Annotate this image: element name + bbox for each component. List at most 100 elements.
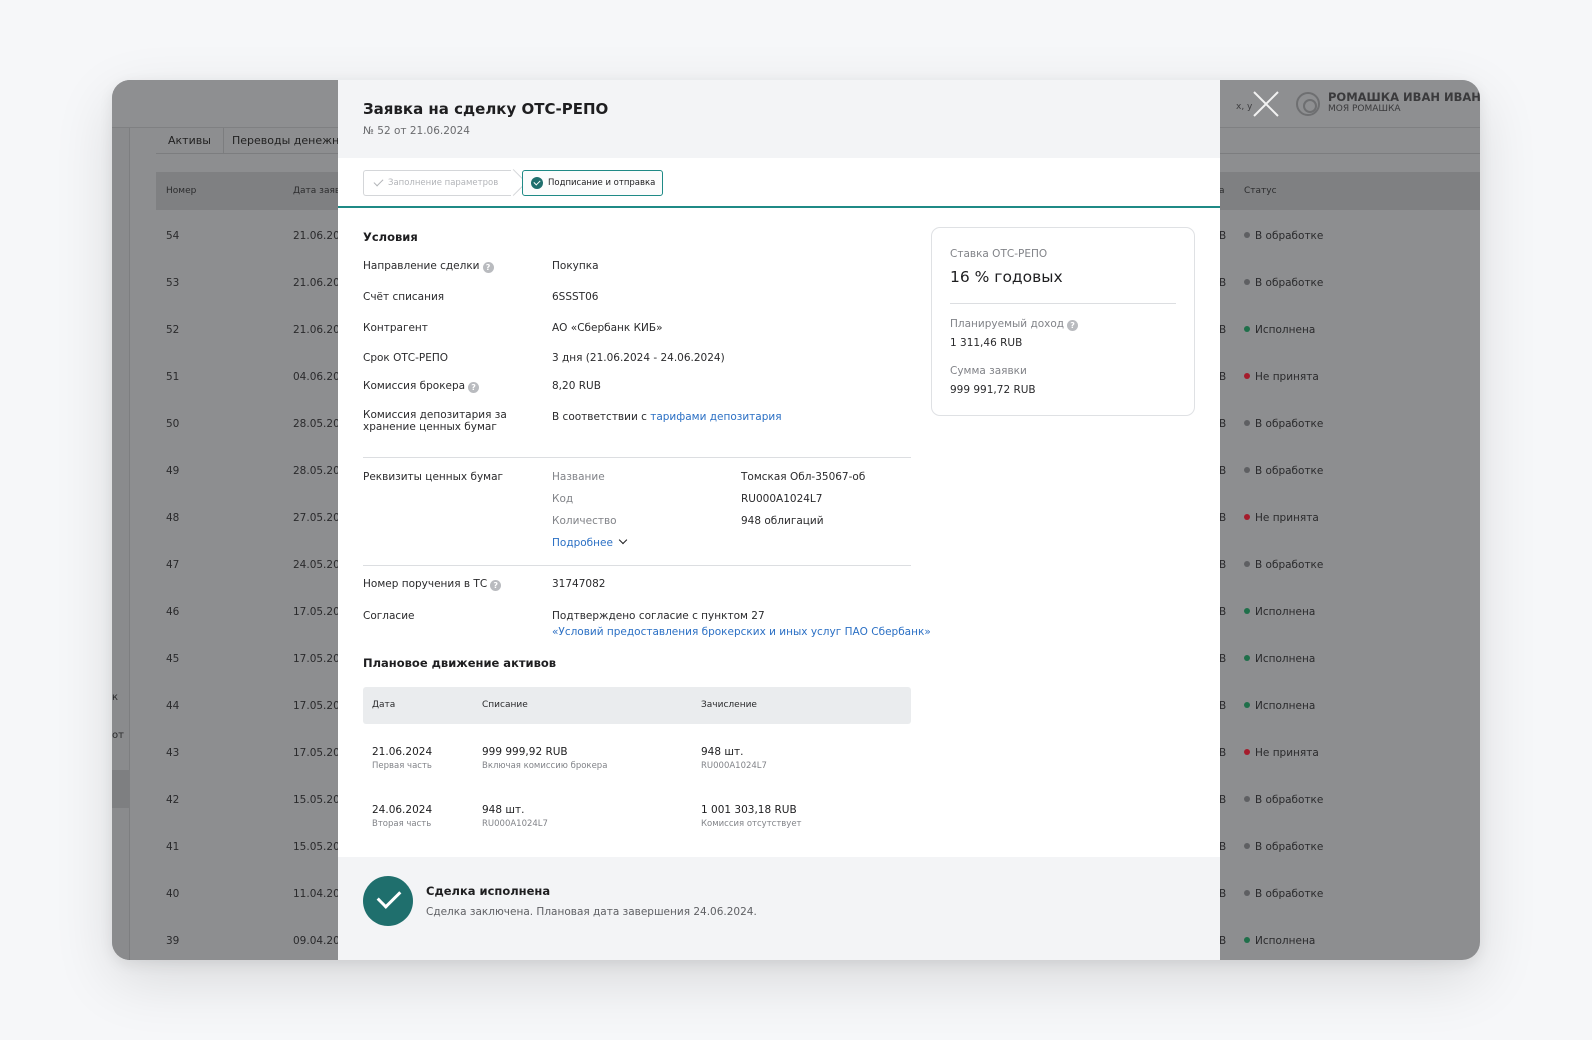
status-badge: В обработке: [1244, 777, 1323, 824]
status-badge: Исполнена: [1244, 683, 1315, 730]
term-value: 3 дня (21.06.2024 - 24.06.2024): [552, 352, 725, 364]
divider: [363, 565, 911, 566]
row-currency: В: [1219, 888, 1227, 900]
sidebar-active-strip: [112, 770, 130, 808]
step-fill-params-label: Заполнение параметров: [388, 178, 499, 188]
row-number: 52: [166, 324, 180, 336]
row-number: 54: [166, 230, 180, 242]
row-date: 17.05.20: [293, 700, 340, 712]
sidebar-text-2: от: [112, 730, 124, 741]
consent-value: Подтверждено согласие с пунктом 27: [552, 610, 765, 622]
status-badge: Не принята: [1244, 495, 1319, 542]
modal-subtitle: № 52 от 21.06.2024: [363, 125, 470, 137]
step-fill-params[interactable]: Заполнение параметров: [363, 170, 511, 196]
status-badge: Не принята: [1244, 730, 1319, 777]
success-check-icon: [363, 876, 413, 926]
help-icon[interactable]: ?: [468, 382, 480, 393]
th-debit: Списание: [482, 700, 528, 710]
row-date: 24.05.20: [293, 559, 340, 571]
row-number: 44: [166, 700, 180, 712]
status-dot-icon: [1244, 702, 1250, 708]
order-number-value: 31747082: [552, 578, 606, 590]
row2-credit: 1 001 303,18 RUB: [701, 804, 797, 816]
user-name[interactable]: РОМАШКА ИВАН ИВАНОВИ: [1328, 90, 1480, 104]
order-number-label: Номер поручения в ТС?: [363, 578, 502, 591]
status-dot-icon: [1244, 467, 1250, 473]
row-number: 48: [166, 512, 180, 524]
row-date: 15.05.20: [293, 794, 340, 806]
status-dot-icon: [1244, 232, 1250, 238]
row-date: 28.05.20: [293, 465, 340, 477]
security-code-label: Код: [552, 493, 574, 505]
row-date: 04.06.20: [293, 371, 340, 383]
security-qty-label: Количество: [552, 515, 617, 527]
row-number: 39: [166, 935, 180, 947]
counterparty-label: Контрагент: [363, 322, 428, 334]
status-dot-icon: [1244, 937, 1250, 943]
more-details-link[interactable]: Подробнее: [552, 535, 628, 549]
row1-debit: 999 999,92 RUB: [482, 746, 568, 758]
income-label: Планируемый доход?: [950, 318, 1079, 331]
row-currency: В: [1219, 700, 1227, 712]
row-currency: В: [1219, 512, 1227, 524]
help-icon[interactable]: ?: [490, 580, 502, 591]
broker-fee-label: Комиссия брокера?: [363, 380, 480, 393]
row2-credit-sub: Комиссия отсутствует: [701, 819, 802, 829]
row1-credit: 948 шт.: [701, 746, 744, 758]
status-badge: В обработке: [1244, 213, 1323, 260]
row-currency: В: [1219, 277, 1227, 289]
row1-date-sub: Первая часть: [372, 761, 432, 771]
row-date: 17.05.20: [293, 606, 340, 618]
income-value: 1 311,46 RUB: [950, 337, 1023, 349]
broker-terms-link[interactable]: «Условий предоставления брокерских и ины…: [552, 626, 931, 638]
security-qty-value: 948 облигаций: [741, 515, 824, 527]
counterparty-value: АО «Сбербанк КИБ»: [552, 322, 663, 334]
close-icon[interactable]: [1252, 90, 1280, 118]
row-currency: В: [1219, 606, 1227, 618]
row-date: 15.05.20: [293, 841, 340, 853]
summary-card: Ставка ОТС-РЕПО 16 % годовых Планируемый…: [931, 227, 1195, 416]
row-currency: В: [1219, 418, 1227, 430]
row2-debit: 948 шт.: [482, 804, 525, 816]
row-date: 21.06.20: [293, 230, 340, 242]
th-credit: Зачисление: [701, 700, 757, 710]
movement-title: Плановое движение активов: [363, 656, 557, 670]
divider: [950, 303, 1176, 304]
user-icon[interactable]: [1296, 92, 1320, 116]
row1-credit-sub: RU000A1024L7: [701, 761, 767, 771]
rate-value: 16 % годовых: [950, 268, 1063, 286]
depo-tariffs-link[interactable]: тарифами депозитария: [650, 411, 781, 423]
direction-label: Направление сделки?: [363, 260, 494, 273]
row-currency: В: [1219, 371, 1227, 383]
status-badge: Не принята: [1244, 354, 1319, 401]
tab-assets[interactable]: Активы: [156, 128, 224, 154]
status-dot-icon: [1244, 514, 1250, 520]
status-badge: Исполнена: [1244, 636, 1315, 683]
repo-order-modal: Заявка на сделку ОТС-РЕПО № 52 от 21.06.…: [338, 80, 1220, 960]
status-dot-icon: [1244, 655, 1250, 661]
status-dot-icon: [1244, 843, 1250, 849]
step-sign-send[interactable]: Подписание и отправка: [522, 170, 663, 196]
row-date: 11.04.20: [293, 888, 340, 900]
depo-fee-value: В соответствии с тарифами депозитария: [552, 411, 782, 423]
row-number: 47: [166, 559, 180, 571]
depo-fee-label: Комиссия депозитария за хранение ценных …: [363, 409, 507, 433]
row2-debit-sub: RU000A1024L7: [482, 819, 548, 829]
status-dot-icon: [1244, 279, 1250, 285]
row-currency: В: [1219, 324, 1227, 336]
status-dot-icon: [1244, 373, 1250, 379]
help-icon[interactable]: ?: [1067, 320, 1079, 331]
app-window: х, у РОМАШКА ИВАН ИВАНОВИ МОЯ РОМАШКА к …: [112, 80, 1480, 960]
security-code-value: RU000A1024L7: [741, 493, 823, 505]
check-circle-icon: [531, 177, 543, 189]
row1-debit-sub: Включая комиссию брокера: [482, 761, 608, 771]
th-date: Дата заяв: [293, 186, 341, 196]
row-date: 28.05.20: [293, 418, 340, 430]
status-badge: В обработке: [1244, 448, 1323, 495]
row-date: 27.05.20: [293, 512, 340, 524]
check-icon: [373, 176, 384, 187]
th-number: Номер: [166, 186, 197, 196]
row-date: 09.04.20: [293, 935, 340, 947]
help-icon[interactable]: ?: [482, 262, 494, 273]
row2-date-sub: Вторая часть: [372, 819, 432, 829]
